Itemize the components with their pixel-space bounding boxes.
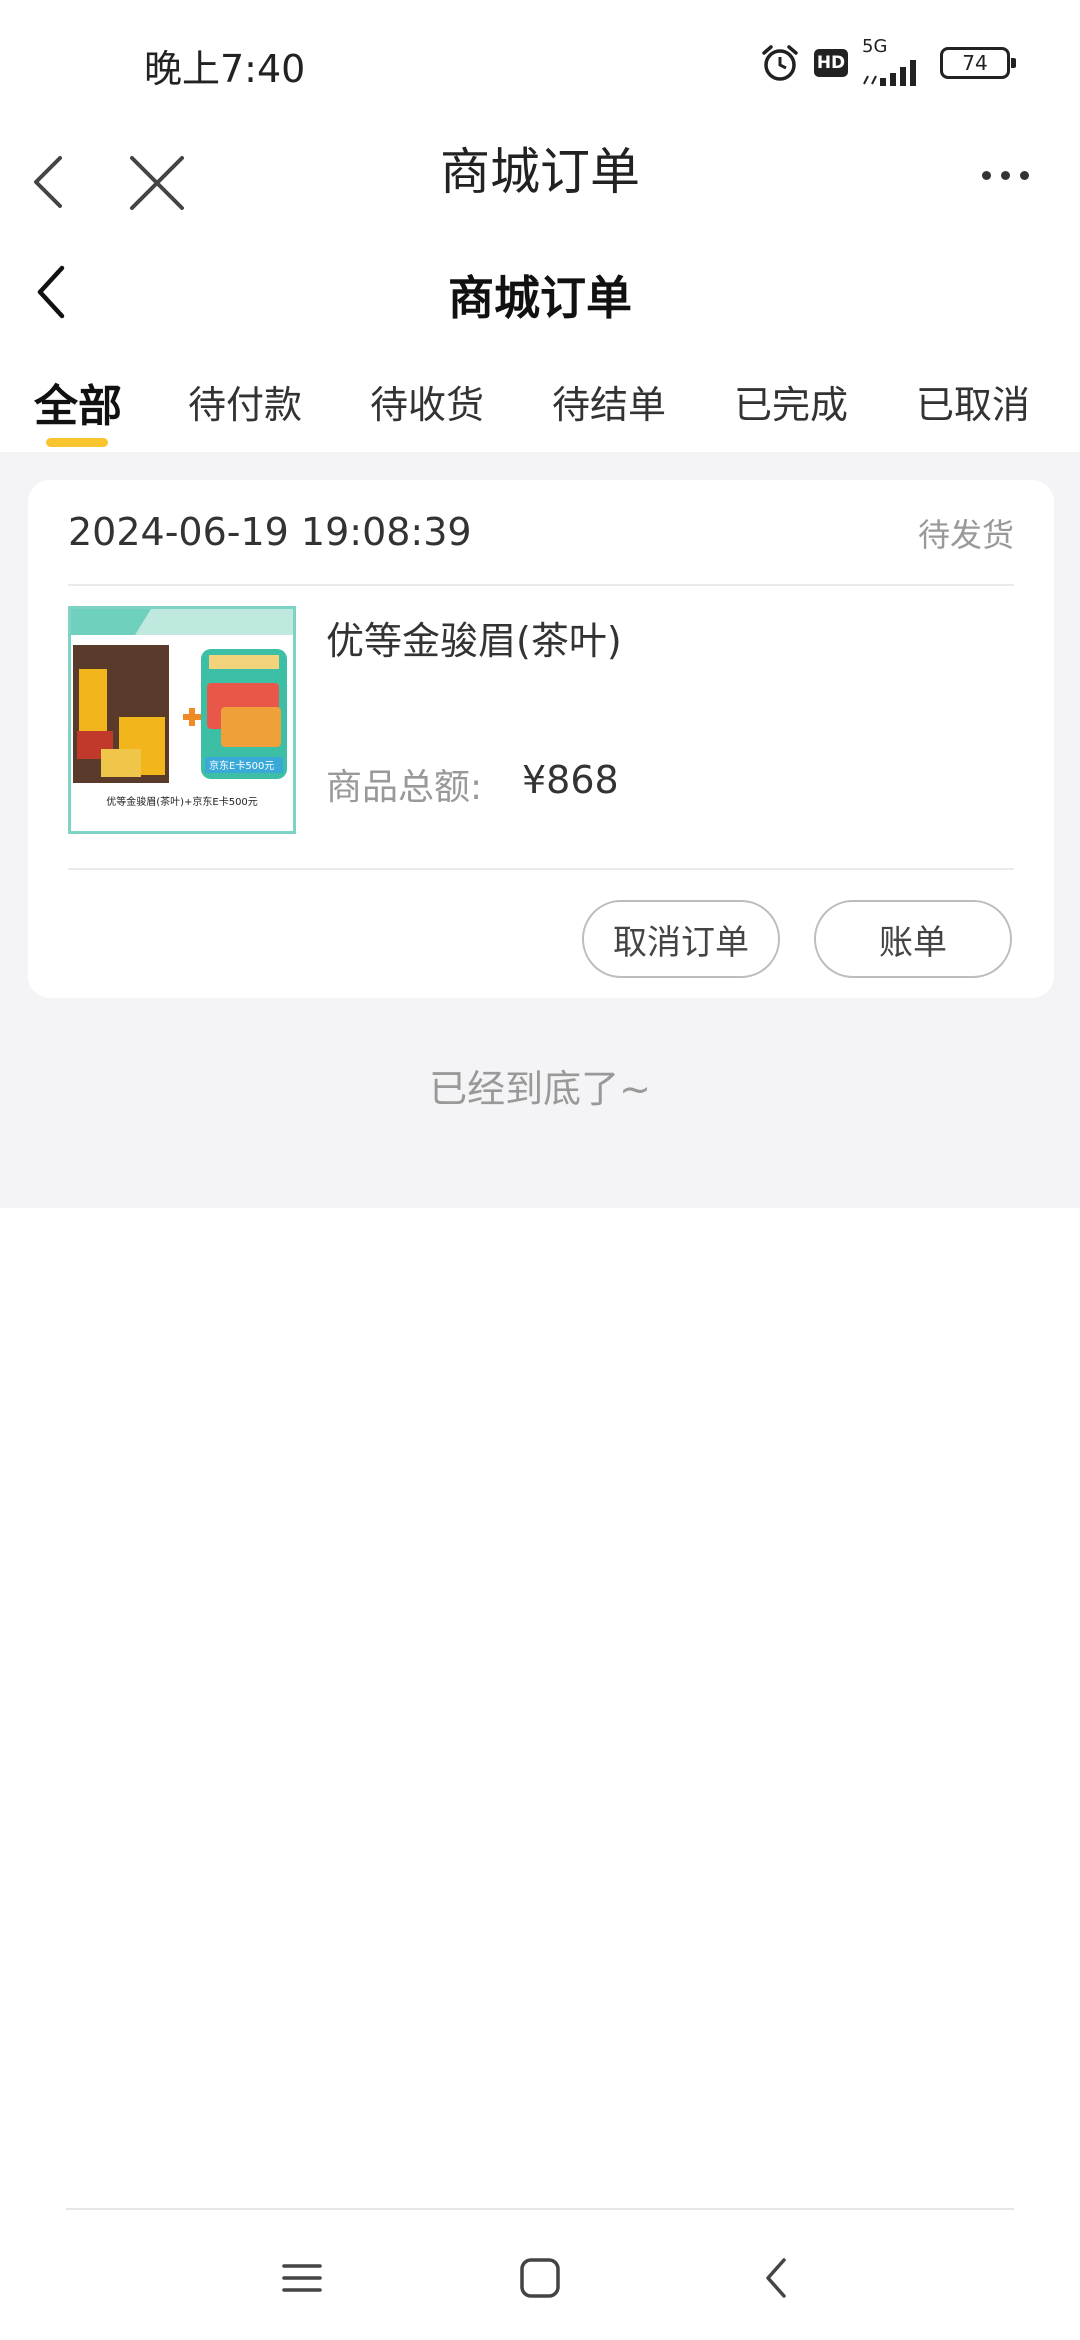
thumbnail-caption: 优等金骏眉(茶叶)+京东E卡500元 — [106, 795, 258, 808]
hd-icon: HD — [814, 49, 848, 77]
tab-all[interactable]: 全部 — [34, 370, 122, 434]
tab-pending-payment[interactable]: 待付款 — [188, 374, 302, 429]
order-tabs: 全部 待付款 待收货 待结单 已完成 已取消 — [0, 352, 1080, 452]
thumbnail-card-label: 京东E卡500元 — [209, 759, 274, 772]
signal-icon: 5G — [862, 36, 926, 86]
alarm-icon — [760, 43, 800, 83]
tab-pending-settlement[interactable]: 待结单 — [552, 374, 666, 429]
browser-bar: 商城订单 — [0, 120, 1080, 240]
price-value: ¥868 — [522, 758, 619, 802]
divider — [68, 584, 1014, 586]
product-thumbnail[interactable]: 京东E卡500元 优等金骏眉(茶叶)+京东E卡500元 — [68, 606, 296, 834]
battery-icon: 74 — [940, 47, 1016, 79]
tab-completed[interactable]: 已完成 — [734, 374, 848, 429]
product-name[interactable]: 优等金骏眉(茶叶) — [326, 610, 622, 665]
network-label: 5G — [862, 36, 888, 57]
end-of-list-text: 已经到底了~ — [429, 1067, 651, 1111]
order-card[interactable]: 2024-06-19 19:08:39 待发货 京东E卡500元 优等金骏眉(茶… — [28, 480, 1054, 998]
order-list: 2024-06-19 19:08:39 待发货 京东E卡500元 优等金骏眉(茶… — [0, 452, 1080, 1208]
status-icons: HD 5G 74 — [760, 36, 1016, 86]
battery-level: 74 — [962, 51, 988, 75]
page-title: 商城订单 — [448, 271, 632, 325]
order-time: 2024-06-19 19:08:39 — [68, 510, 472, 554]
tab-cancelled[interactable]: 已取消 — [916, 374, 1030, 429]
status-bar: 晚上7:40 HD 5G 74 — [0, 0, 1080, 120]
nav-divider — [66, 2208, 1014, 2210]
price-label: 商品总额: — [326, 767, 483, 808]
tab-active-indicator — [46, 438, 108, 447]
nav-back-icon[interactable] — [748, 2248, 808, 2308]
menu-icon[interactable] — [272, 2248, 332, 2308]
more-icon[interactable] — [960, 140, 1050, 210]
bill-button[interactable]: 账单 — [814, 900, 1012, 978]
divider — [68, 868, 1014, 870]
tab-pending-receipt[interactable]: 待收货 — [370, 374, 484, 429]
page-header: 商城订单 — [0, 240, 1080, 350]
browser-title: 商城订单 — [440, 143, 640, 201]
status-time: 晚上7:40 — [144, 47, 306, 91]
cancel-order-button[interactable]: 取消订单 — [582, 900, 780, 978]
order-status: 待发货 — [917, 516, 1014, 554]
home-icon[interactable] — [510, 2248, 570, 2308]
